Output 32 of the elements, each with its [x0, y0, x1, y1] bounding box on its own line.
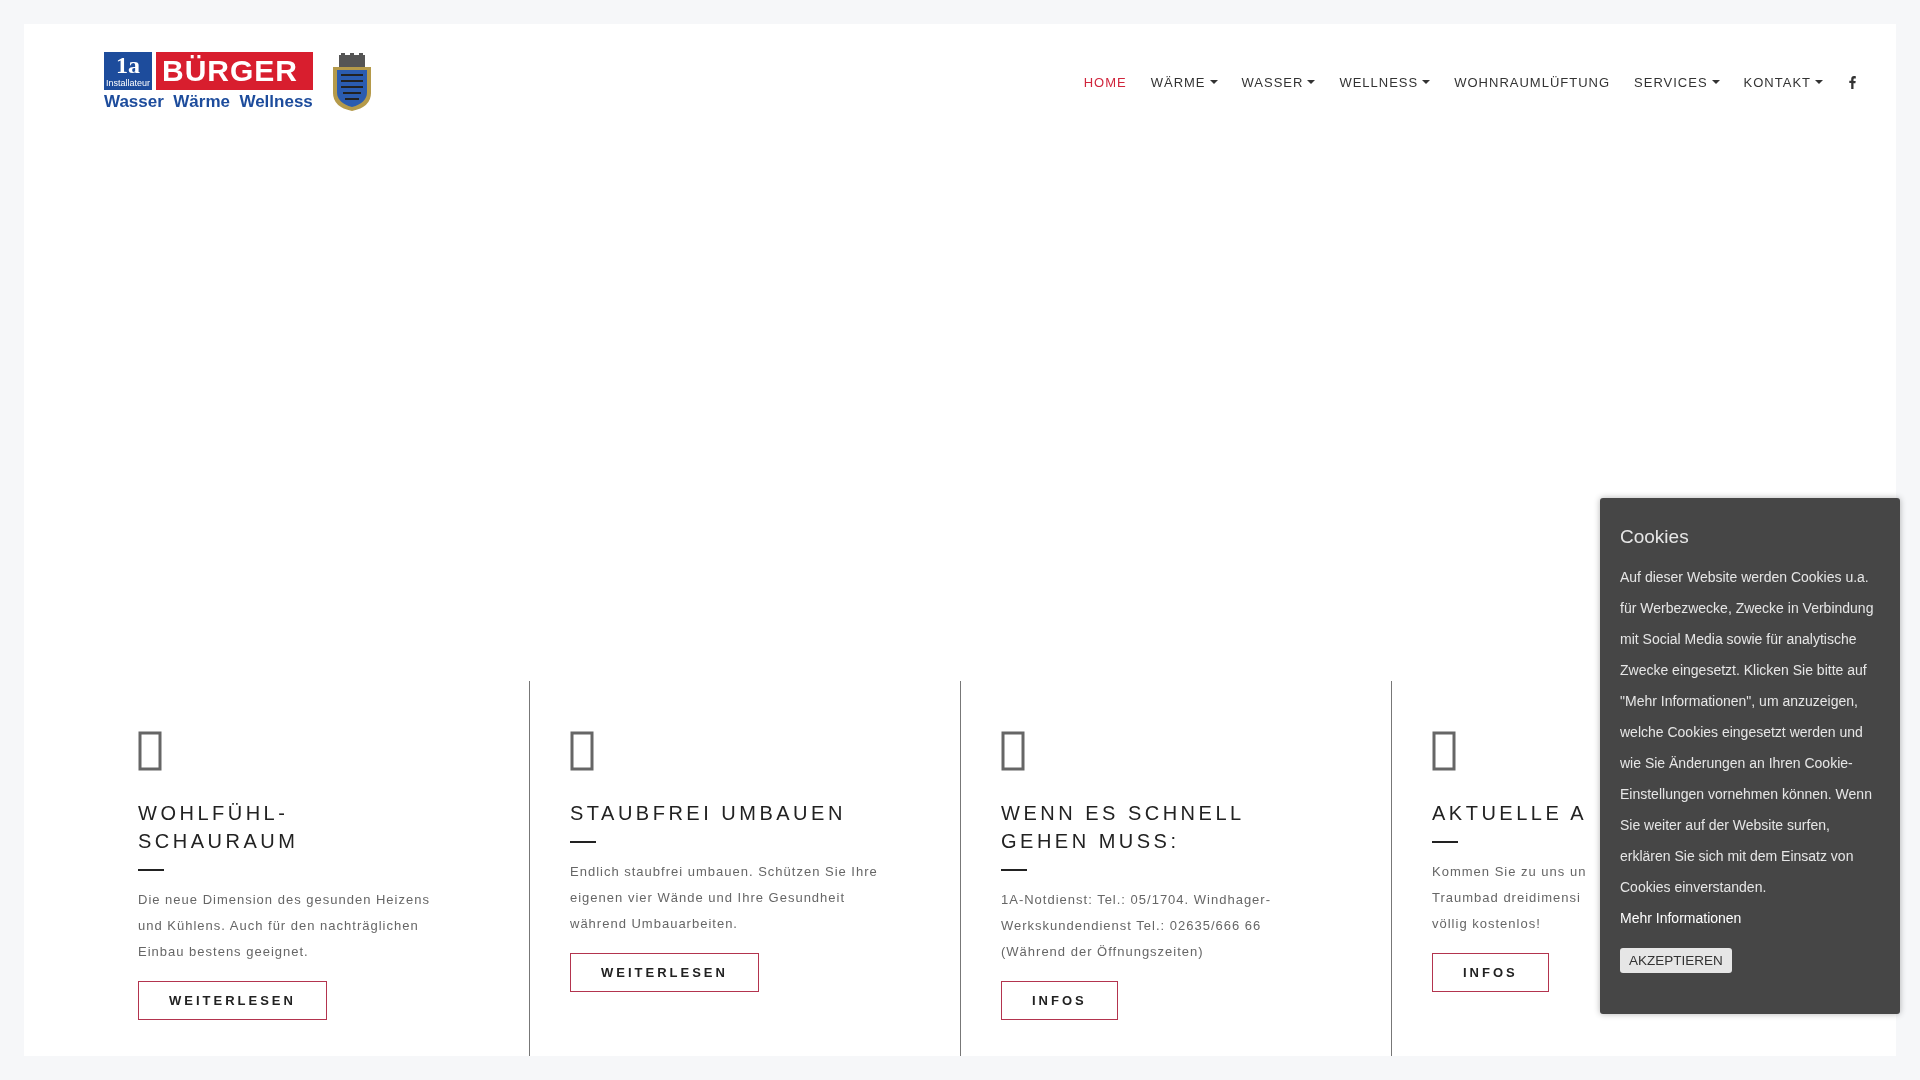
- missing-glyph-icon: [570, 731, 594, 771]
- logo-tagline: Wasser Wärme Wellness: [104, 92, 313, 112]
- feature-title: WENN ES SCHNELL GEHEN MUSS:: [1001, 801, 1245, 854]
- feature-title: AKTUELLE A: [1432, 801, 1588, 826]
- nav-link[interactable]: HOME: [1083, 74, 1127, 90]
- feature-button[interactable]: INFOS: [1432, 953, 1549, 992]
- feature-button[interactable]: INFOS: [1001, 981, 1118, 1020]
- nav-link[interactable]: SERVICES: [1634, 74, 1720, 90]
- feature-text: 1A-Notdienst: Tel.: 05/1704. Windhager- Werkskundendienst Tel.: 02635/666 66 (Während der Öffnungszeiten): [1001, 891, 1271, 961]
- nav-link[interactable]: KONTAKT: [1743, 74, 1823, 90]
- missing-glyph-icon: [138, 731, 162, 771]
- feature-title: STAUBFREI UMBAUEN: [570, 801, 846, 826]
- missing-glyph-icon: [1432, 731, 1456, 771]
- coat-of-arms-icon: [330, 53, 373, 111]
- logo-wordmark: BÜRGER: [156, 52, 313, 90]
- feature-text: Endlich staubfrei umbauen. Schützen Sie Ihre eigenen vier Wände und Ihre Gesundheit während Umbauarbeiten.: [570, 863, 878, 933]
- missing-glyph-icon: [1001, 731, 1025, 771]
- cookie-title: Cookies: [1620, 526, 1690, 548]
- feature-button[interactable]: WEITERLESEN: [138, 981, 327, 1020]
- cookie-text: Auf dieser Website werden Cookies u.a. für Werbezwecke, Zwecke in Verbindung mit Social Media sowie für analytische Zwecke eingesetzt. Klicken Sie bitte auf "Mehr Informationen", um anzuzeigen, welche Cookies eingesetzt werden und wie Sie Änderungen an Ihren Cookie-Einstellungen vornehmen können. Wenn Sie weiter auf der Website surfen, erklären Sie sich mit dem Einsatz von Cookies einverstanden. Mehr Informationen: [1620, 568, 1875, 928]
- nav-link[interactable]: WELLNESS: [1339, 74, 1431, 90]
- feature-text: Die neue Dimension des gesunden Heizens und Kühlens. Auch für den nachträglichen Einbau bestens geeignet.: [138, 891, 430, 961]
- logo-badge: 1a Installateur: [104, 52, 153, 90]
- nav-link[interactable]: WÄRME: [1150, 74, 1218, 90]
- nav-link[interactable]: WASSER: [1241, 74, 1316, 90]
- more-info-link[interactable]: Mehr Informationen: [1620, 910, 1742, 926]
- facebook-icon[interactable]: [1849, 75, 1856, 89]
- feature-title: WOHLFÜHL- SCHAURAUM: [138, 801, 299, 854]
- nav-link[interactable]: WOHNRAUMLÜFTUNG: [1454, 74, 1611, 90]
- feature-text: Kommen Sie zu uns un Traumbad dreidimensi völlig kostenlos!: [1432, 863, 1587, 933]
- feature-button[interactable]: WEITERLESEN: [570, 953, 759, 992]
- accept-button[interactable]: AKZEPTIEREN: [1620, 948, 1732, 973]
